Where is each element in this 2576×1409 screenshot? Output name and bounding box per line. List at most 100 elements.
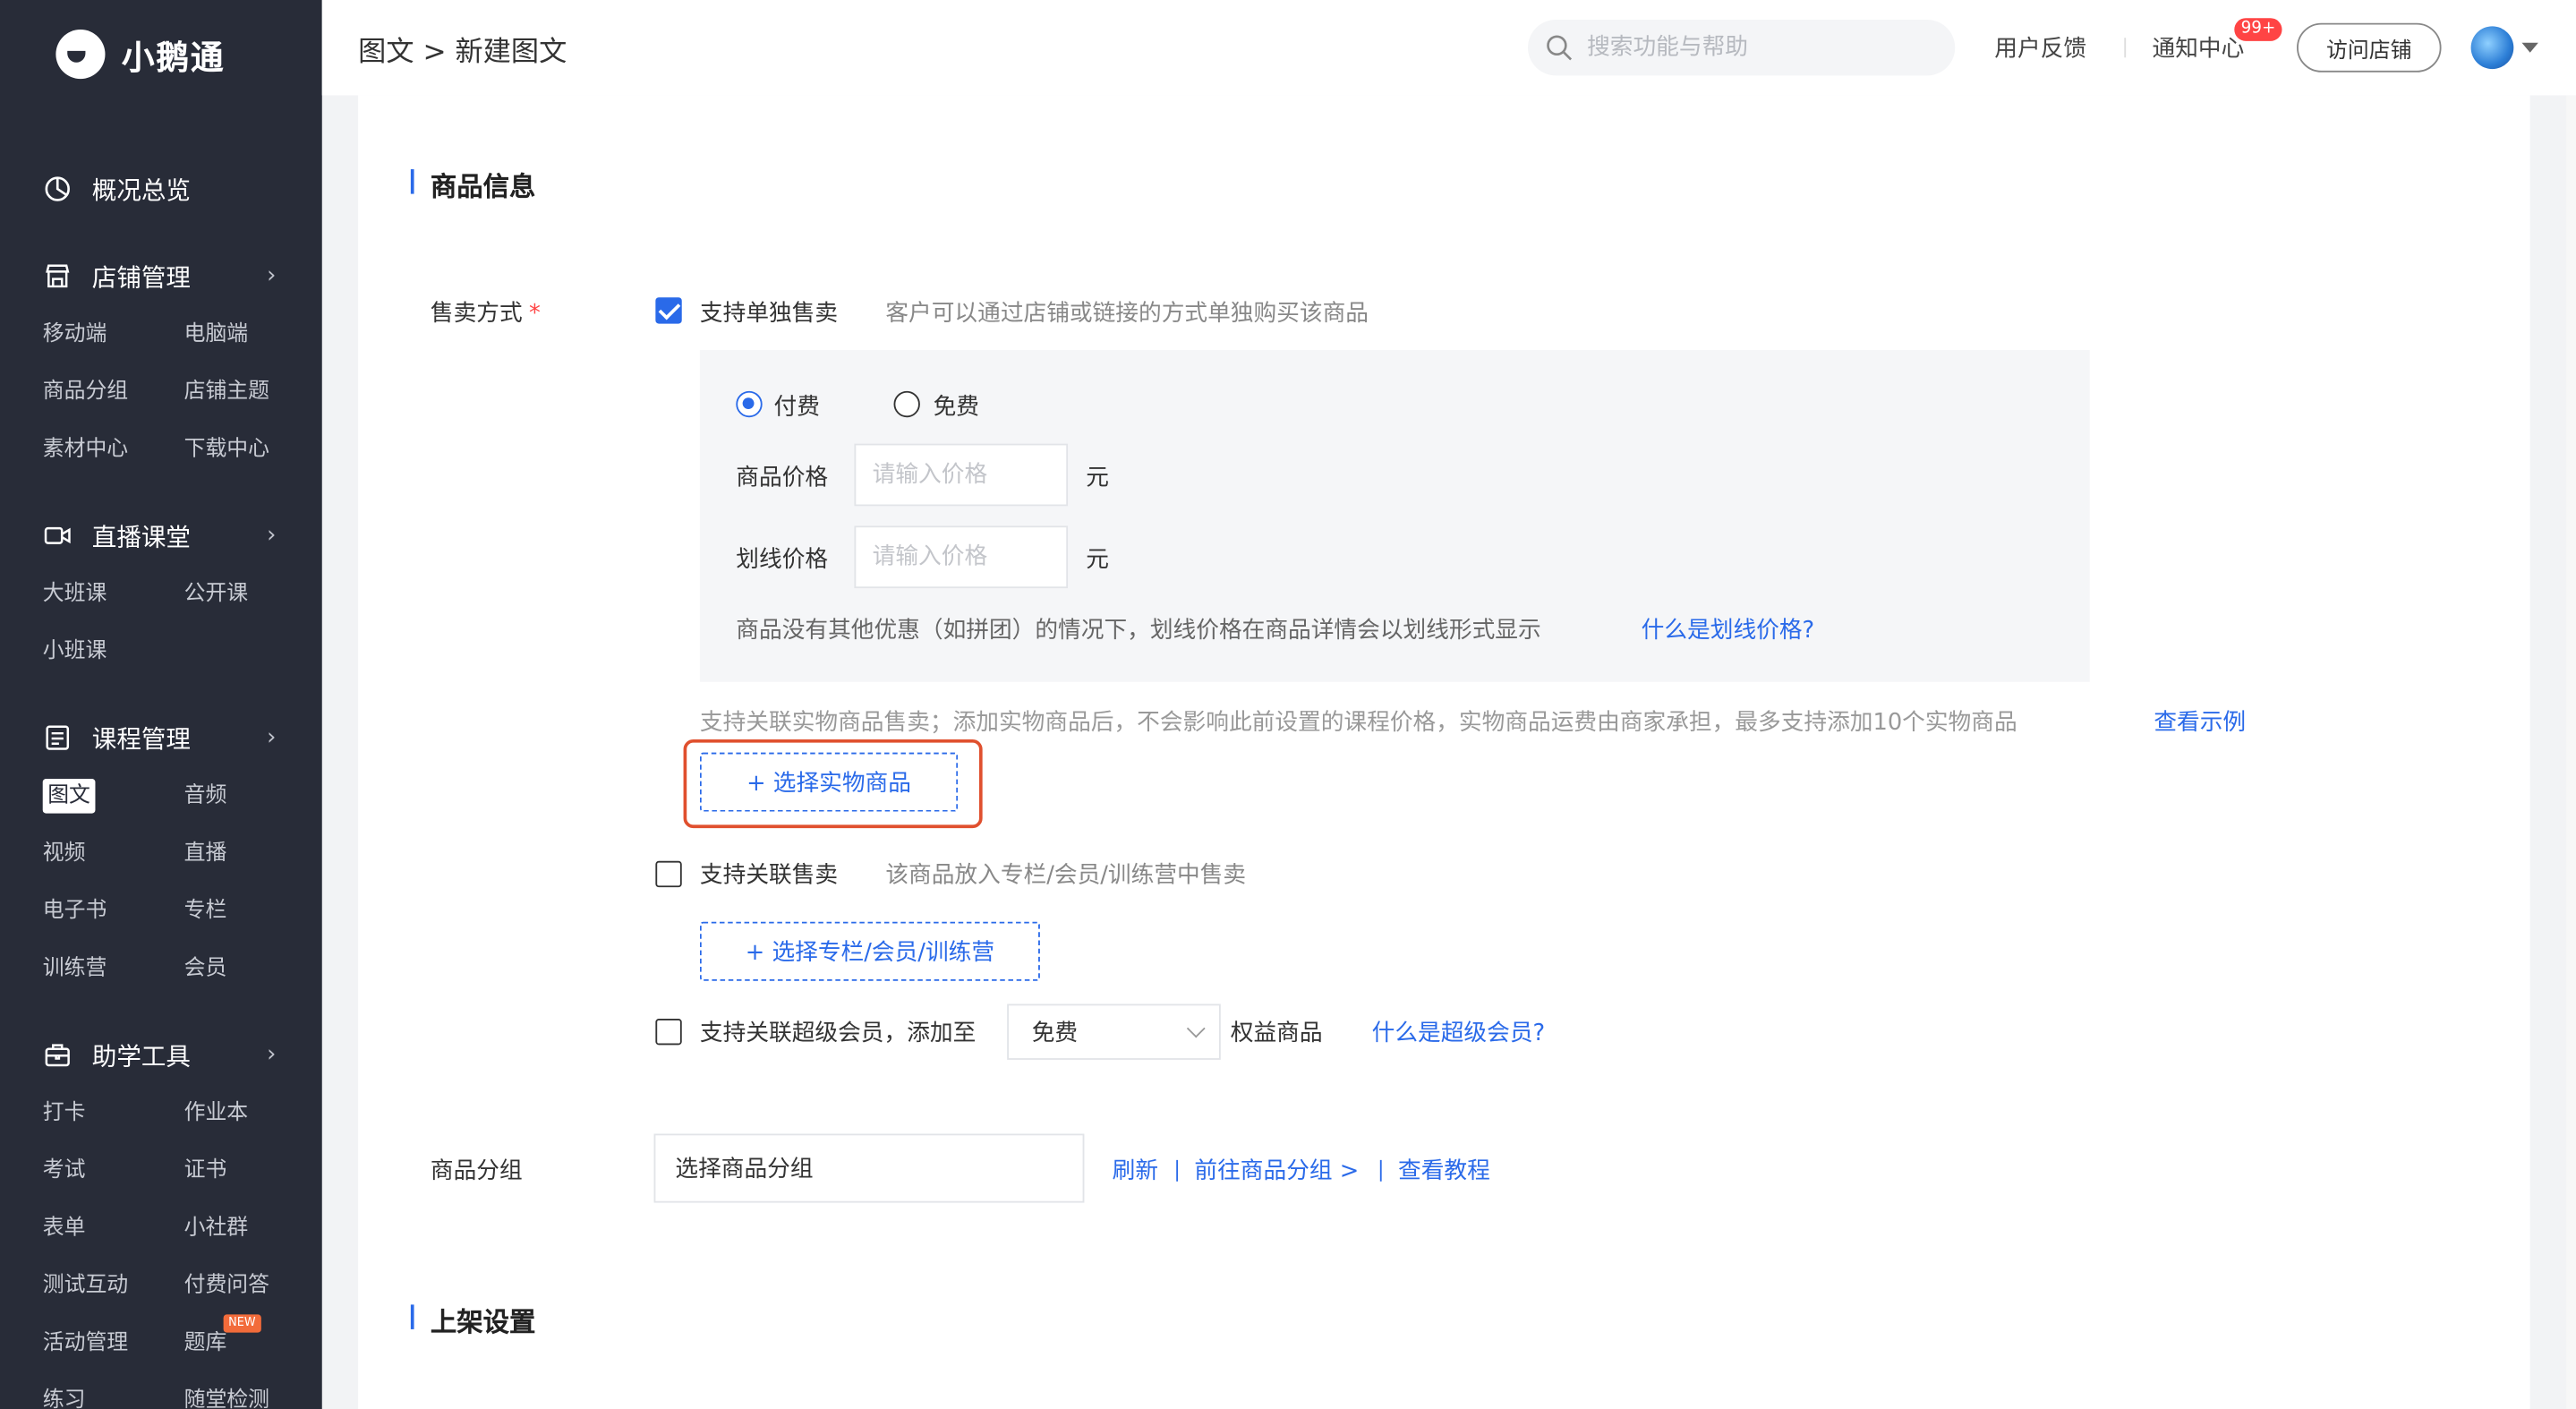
divider	[2124, 38, 2127, 58]
view-example-link[interactable]: 查看示例	[2154, 704, 2246, 738]
sidebar-item-label: 直播课堂	[91, 521, 191, 551]
related-sale-hint: 该商品放入专栏/会员/训练营中售卖	[885, 862, 1247, 890]
choose-physical-goods-button[interactable]: + 选择实物商品	[699, 752, 959, 812]
nav-group-overview: 概况总览	[0, 165, 322, 214]
chevron-right-icon: ›	[267, 1041, 277, 1069]
sub-menu: 图文 音频 视频 直播 电子书 专栏 训练营 会员	[0, 779, 322, 986]
sidebar-subitem[interactable]: 测试互动	[43, 1268, 184, 1303]
app-name: 小鹅通	[121, 37, 226, 77]
paid-label: 付费	[773, 394, 820, 421]
view-tutorial-link[interactable]: 查看教程	[1398, 1154, 1490, 1187]
sidebar-subitem[interactable]: 移动端	[43, 317, 184, 352]
sidebar-subitem[interactable]: 音频	[184, 779, 322, 814]
sidebar-item-course[interactable]: 课程管理 ›	[0, 713, 322, 763]
single-sale-checkbox[interactable]	[655, 297, 682, 324]
notification-center-link[interactable]: 通知中心	[2153, 31, 2245, 64]
sidebar-subitem[interactable]: 大班课	[43, 576, 184, 611]
sidebar-subitem[interactable]: 商品分组	[43, 374, 184, 409]
logo[interactable]: 小鹅通	[55, 30, 226, 80]
main-panel: 商品信息 售卖方式 * 支持单独售卖 客户可以通过店铺或链接的方式单独购买该商品 …	[358, 95, 2530, 1409]
strike-price-hint: 商品没有其他优惠（如拼团）的情况下，划线价格在商品详情会以划线形式显示	[736, 618, 1541, 645]
sidebar-subitem[interactable]: 电脑端	[184, 317, 322, 352]
sidebar-item-tools[interactable]: 助学工具 ›	[0, 1030, 322, 1080]
sell-mode-label: 售卖方式 *	[431, 295, 541, 329]
sidebar-subitem[interactable]: 直播	[184, 836, 322, 871]
what-is-super-member-link[interactable]: 什么是超级会员?	[1372, 1015, 1546, 1048]
sidebar-subitem[interactable]: 训练营	[43, 952, 184, 986]
sidebar-subitem[interactable]: 打卡	[43, 1096, 184, 1131]
sidebar-subitem[interactable]: 小班课	[43, 635, 184, 670]
goods-group-label: 商品分组	[430, 1158, 523, 1185]
sidebar-subitem[interactable]: 专栏	[184, 894, 322, 929]
sidebar-subitem[interactable]: 考试	[43, 1154, 184, 1189]
sidebar-subitem[interactable]: 会员	[184, 952, 322, 986]
sidebar-subitem[interactable]: 公开课	[184, 576, 322, 611]
nav-group-tools: 助学工具 › 打卡 作业本 考试 证书 表单 小社群 测试互动 付费问答 活动管…	[0, 1030, 322, 1409]
sidebar-subitem[interactable]: 表单	[43, 1211, 184, 1246]
sidebar: 小鹅通 概况总览 店铺管理 › 移动端 电脑端 商品分组 店铺主题 素材中心 下…	[0, 0, 322, 1409]
sidebar-subitem[interactable]: 活动管理	[43, 1326, 184, 1361]
sidebar-subitem[interactable]: 随堂检测	[184, 1383, 322, 1409]
sidebar-subitem[interactable]: 作业本	[184, 1096, 322, 1131]
single-sale-label: 支持单独售卖	[699, 300, 839, 328]
free-radio[interactable]	[893, 390, 920, 418]
store-icon	[46, 264, 70, 288]
logo-icon	[55, 30, 106, 80]
sidebar-item-store[interactable]: 店铺管理 ›	[0, 252, 322, 301]
price-unit: 元	[1086, 465, 1109, 491]
section-title-publish: 上架设置	[410, 1300, 535, 1339]
required-mark: *	[529, 300, 541, 328]
paid-radio[interactable]	[736, 390, 763, 418]
nav-group-live: 直播课堂 › 大班课 公开课 小班课	[0, 511, 322, 669]
sidebar-subitem[interactable]: 店铺主题	[184, 374, 322, 409]
what-is-strike-price-link[interactable]: 什么是划线价格?	[1642, 613, 1815, 646]
notification-badge: 99+	[2234, 18, 2282, 41]
price-settings-box: 付费 免费 商品价格 元 划线价格 元 商品没有其他优惠（如拼团）的情况下，划线…	[699, 349, 2090, 682]
visit-store-button[interactable]: 访问店铺	[2297, 22, 2442, 73]
sidebar-item-label: 助学工具	[91, 1040, 191, 1071]
scrollbar[interactable]	[2566, 95, 2576, 1409]
sidebar-subitem[interactable]: 下载中心	[184, 432, 322, 467]
refresh-link[interactable]: 刷新	[1113, 1154, 1158, 1187]
single-sale-hint: 客户可以通过店铺或链接的方式单独购买该商品	[885, 300, 1369, 328]
sidebar-subitem[interactable]: 证书	[184, 1154, 322, 1189]
price-input[interactable]	[854, 443, 1069, 507]
sidebar-subitem[interactable]: 小社群	[184, 1211, 322, 1246]
avatar[interactable]	[2470, 26, 2514, 70]
sidebar-subitem-active[interactable]: 图文	[42, 779, 96, 814]
strike-price-input[interactable]	[854, 525, 1069, 589]
sub-menu: 打卡 作业本 考试 证书 表单 小社群 测试互动 付费问答 活动管理 题库 练习…	[0, 1096, 322, 1409]
chevron-down-icon	[1186, 1019, 1206, 1038]
super-member-checkbox[interactable]	[655, 1019, 682, 1046]
feedback-link[interactable]: 用户反馈	[1994, 31, 2086, 64]
goods-group-input[interactable]	[653, 1133, 1085, 1203]
divider	[1176, 1159, 1179, 1182]
search-box[interactable]	[1528, 20, 1956, 76]
strike-price-unit: 元	[1086, 547, 1109, 574]
sidebar-item-overview[interactable]: 概况总览	[0, 165, 322, 214]
dashboard-icon	[45, 176, 70, 201]
document-icon	[46, 725, 70, 750]
goto-goods-group-link[interactable]: 前往商品分组 >	[1194, 1154, 1359, 1187]
toolbox-icon	[45, 1044, 70, 1067]
sidebar-subitem[interactable]: 素材中心	[43, 432, 184, 467]
related-sale-checkbox[interactable]	[655, 860, 682, 888]
chevron-right-icon: ›	[267, 522, 277, 550]
sidebar-subitem[interactable]: 电子书	[43, 894, 184, 929]
sidebar-item-live[interactable]: 直播课堂 ›	[0, 511, 322, 560]
member-tier-select[interactable]: 免费	[1007, 1003, 1221, 1060]
select-value: 免费	[1031, 1020, 1079, 1047]
sidebar-subitem[interactable]: 视频	[43, 836, 184, 871]
top-header: 图文 > 新建图文 用户反馈 通知中心 99+ 访问店铺	[321, 0, 2576, 96]
search-icon	[1547, 35, 1573, 61]
search-input[interactable]	[1587, 34, 1916, 61]
sidebar-subitem[interactable]: 付费问答	[184, 1268, 322, 1303]
super-member-suffix: 权益商品	[1230, 1020, 1323, 1047]
section-title-goods: 商品信息	[410, 165, 535, 204]
choose-column-button[interactable]: + 选择专栏/会员/训练营	[699, 921, 1040, 981]
sidebar-item-label: 课程管理	[91, 723, 191, 754]
sub-menu: 移动端 电脑端 商品分组 店铺主题 素材中心 下载中心	[0, 317, 322, 466]
caret-down-icon[interactable]	[2521, 42, 2538, 53]
sidebar-subitem[interactable]: 练习	[43, 1383, 184, 1409]
nav-group-course: 课程管理 › 图文 音频 视频 直播 电子书 专栏 训练营 会员	[0, 713, 322, 986]
